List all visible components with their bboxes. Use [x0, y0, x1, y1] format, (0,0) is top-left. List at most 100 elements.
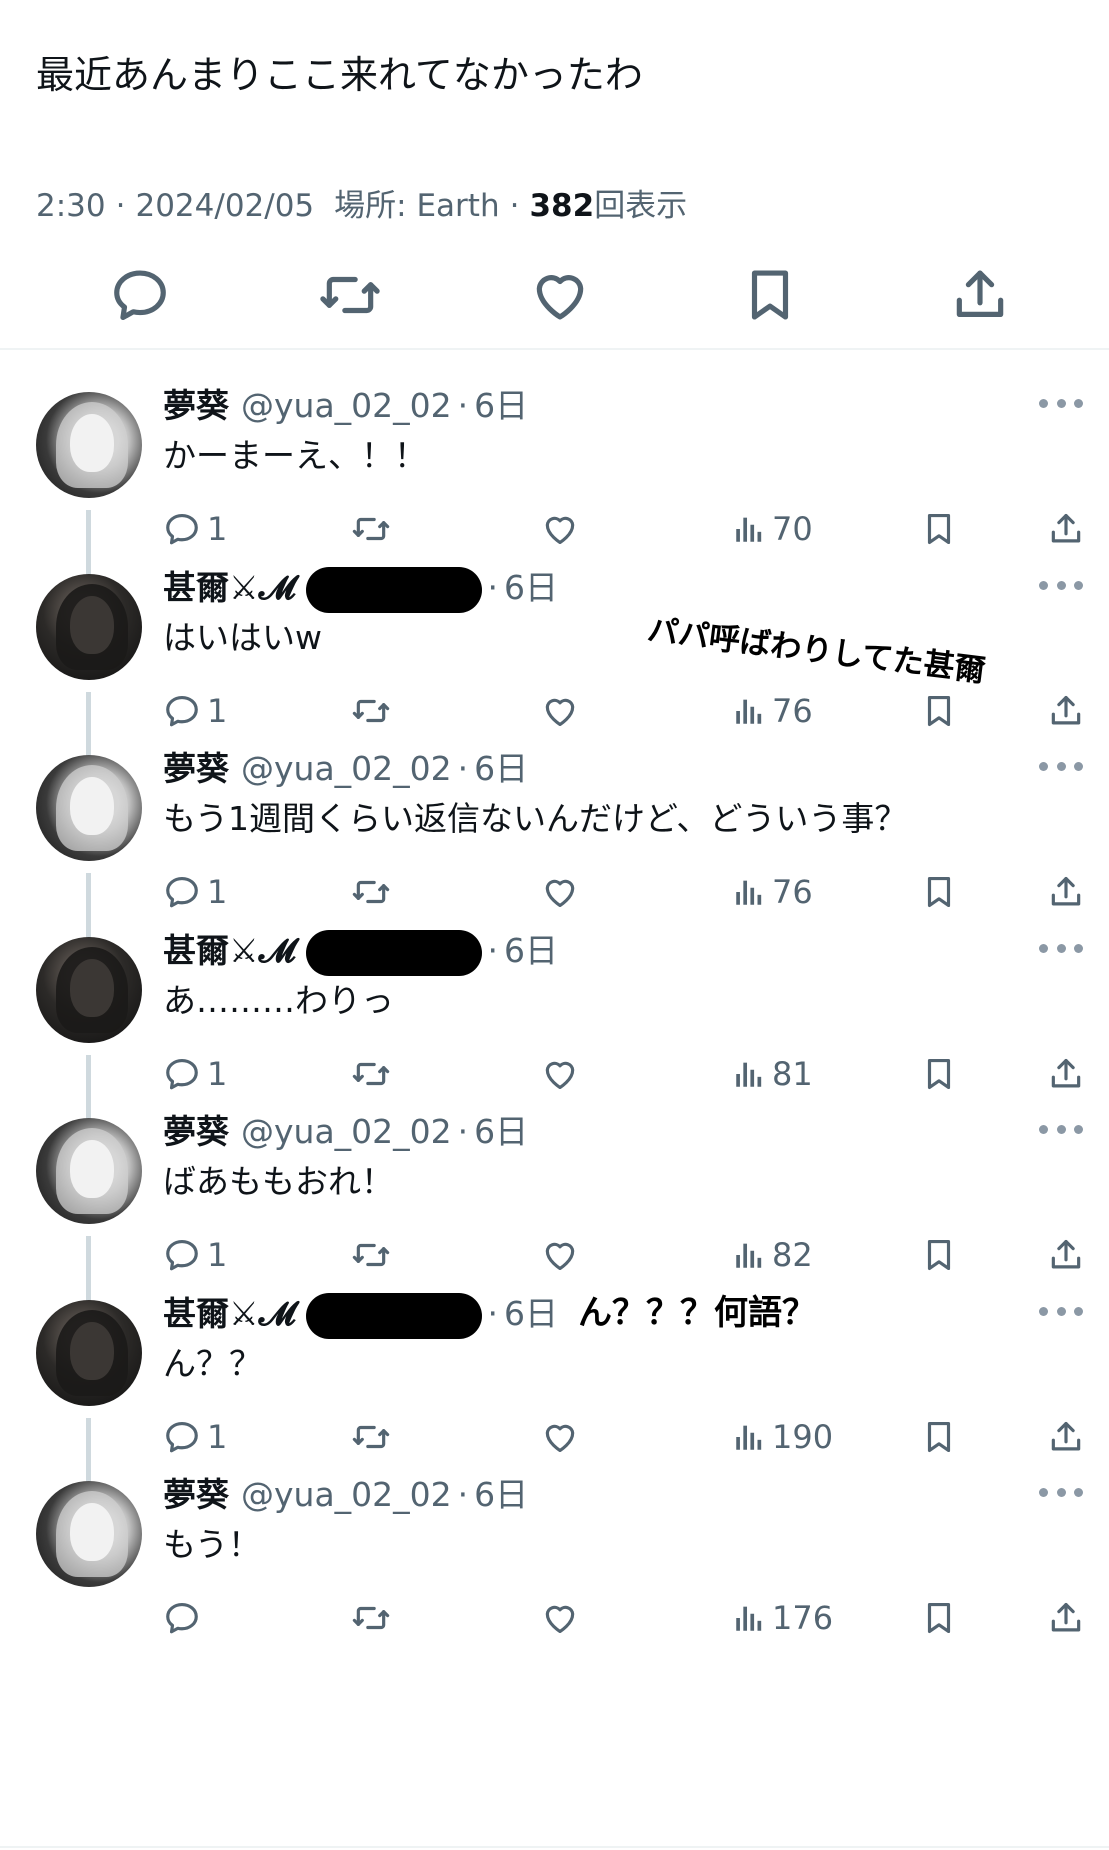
dot-separator: ·	[487, 568, 499, 607]
more-options-button[interactable]	[1039, 570, 1083, 600]
reply-text: あ………わりっ	[163, 981, 394, 1020]
reply-header: 夢葵 @yua_02_02 · 6日	[163, 1110, 528, 1154]
more-options-button[interactable]	[1039, 1477, 1083, 1507]
bookmark-icon	[927, 1602, 951, 1634]
repost-arrows-icon	[352, 517, 390, 541]
avatar-face	[70, 777, 114, 835]
bookmark-icon	[751, 270, 789, 320]
reply-item[interactable]: 夢葵 @yua_02_02 · 6日 もう！ 176	[0, 1451, 1109, 1665]
reply-time[interactable]: 6日	[474, 1475, 528, 1514]
display-name[interactable]: 甚爾⚔︎𝓜	[163, 931, 296, 970]
ellipsis-icon	[1039, 1306, 1048, 1316]
bookmark-icon	[927, 1239, 951, 1271]
section-divider	[0, 348, 1109, 350]
repost-button[interactable]	[315, 260, 385, 330]
repost-arrows-icon	[352, 1243, 390, 1267]
heart-icon	[545, 879, 575, 908]
more-options-button[interactable]	[1039, 751, 1083, 781]
bar-chart-icon	[736, 517, 762, 542]
dot-separator: ·	[487, 931, 499, 970]
reply-button[interactable]	[105, 260, 175, 330]
reply-text: かーまーえ、！！	[163, 436, 427, 475]
speech-bubble-icon	[166, 1239, 198, 1271]
reply-time[interactable]: 6日	[474, 749, 528, 788]
share-button[interactable]	[945, 260, 1015, 330]
redacted-handle	[305, 1292, 482, 1339]
speech-bubble-icon	[166, 1602, 198, 1634]
share-button[interactable]	[1047, 1593, 1085, 1643]
bookmark-button[interactable]	[735, 260, 805, 330]
reply-header: 夢葵 @yua_02_02 · 6日	[163, 747, 528, 791]
more-options-button[interactable]	[1039, 933, 1083, 963]
meta-separator: ·	[509, 188, 520, 224]
avatar[interactable]	[36, 1481, 142, 1587]
reply-count: 1	[207, 873, 228, 911]
display-name[interactable]: 夢葵	[163, 386, 229, 425]
share-upload-icon	[1051, 1602, 1081, 1632]
views-button[interactable]: 176	[732, 1593, 833, 1643]
avatar-face	[70, 596, 114, 654]
reply-button[interactable]	[163, 1593, 201, 1643]
bookmark-icon	[927, 876, 951, 908]
user-handle[interactable]: @yua_02_02	[241, 749, 452, 788]
more-options-button[interactable]	[1039, 1114, 1083, 1144]
reply-time[interactable]: 6日	[504, 568, 558, 607]
reply-time[interactable]: 6日	[504, 1294, 558, 1333]
ellipsis-icon	[1039, 943, 1048, 953]
more-options-button[interactable]	[1039, 388, 1083, 418]
avatar-face	[70, 959, 114, 1017]
avatar[interactable]	[36, 755, 142, 861]
avatar[interactable]	[36, 392, 142, 498]
dot-separator: ·	[457, 1475, 469, 1514]
reply-time[interactable]: 6日	[474, 1112, 528, 1151]
display-name[interactable]: 夢葵	[163, 749, 229, 788]
display-name[interactable]: 甚爾⚔︎𝓜	[163, 568, 296, 607]
user-handle[interactable]: @yua_02_02	[241, 1112, 452, 1151]
dot-separator: ·	[487, 1294, 499, 1333]
like-button[interactable]	[525, 260, 595, 330]
bar-chart-icon	[736, 1606, 762, 1631]
avatar[interactable]	[36, 1118, 142, 1224]
reply-text: ん？？	[163, 1344, 262, 1383]
speech-bubble-icon	[166, 876, 198, 908]
like-button[interactable]	[541, 1593, 579, 1643]
bar-chart-icon	[736, 880, 762, 905]
annotation-nanigo: ん？？？何語？	[578, 1293, 816, 1333]
reply-time[interactable]: 6日	[504, 931, 558, 970]
display-name[interactable]: 甚爾⚔︎𝓜	[163, 1294, 296, 1333]
avatar[interactable]	[36, 1300, 142, 1406]
meta-separator	[314, 188, 334, 224]
dot-separator: ·	[457, 1112, 469, 1151]
display-name[interactable]: 夢葵	[163, 1475, 229, 1514]
ellipsis-icon	[1039, 398, 1048, 408]
post-location[interactable]: 場所: Earth	[334, 188, 499, 224]
avatar-face	[70, 1322, 114, 1380]
reply-header: 甚爾⚔︎𝓜 · 6日	[163, 929, 558, 976]
reply-header: 甚爾⚔︎𝓜 · 6日	[163, 1292, 558, 1339]
post-action-bar	[0, 250, 1109, 330]
repost-arrows-icon	[352, 1606, 390, 1630]
reply-header: 甚爾⚔︎𝓜 · 6日	[163, 566, 558, 613]
more-options-button[interactable]	[1039, 1296, 1083, 1326]
reply-text: もう1週間くらい返信ないんだけど、どういう事？	[163, 799, 908, 838]
post-text: 最近あんまりここ来れてなかったわ	[36, 53, 643, 97]
reply-count: 1	[207, 1236, 228, 1274]
heart-icon	[545, 516, 575, 545]
reply-text: ばあももおれ！	[163, 1162, 394, 1201]
reply-text: はいはいw	[163, 618, 322, 657]
display-name[interactable]: 夢葵	[163, 1112, 229, 1151]
meta-separator: ·	[115, 188, 126, 224]
ellipsis-icon	[1039, 1124, 1048, 1134]
post-views-count: 382	[529, 188, 595, 224]
post-time: 2:30	[36, 188, 106, 224]
reply-time[interactable]: 6日	[474, 386, 528, 425]
repost-button[interactable]	[350, 1593, 392, 1643]
avatar-face	[70, 414, 114, 472]
user-handle[interactable]: @yua_02_02	[241, 386, 452, 425]
bookmark-button[interactable]	[920, 1593, 958, 1643]
avatar[interactable]	[36, 937, 142, 1043]
dot-separator: ·	[457, 386, 469, 425]
share-upload-icon	[1051, 513, 1081, 543]
user-handle[interactable]: @yua_02_02	[241, 1475, 452, 1514]
avatar[interactable]	[36, 574, 142, 680]
